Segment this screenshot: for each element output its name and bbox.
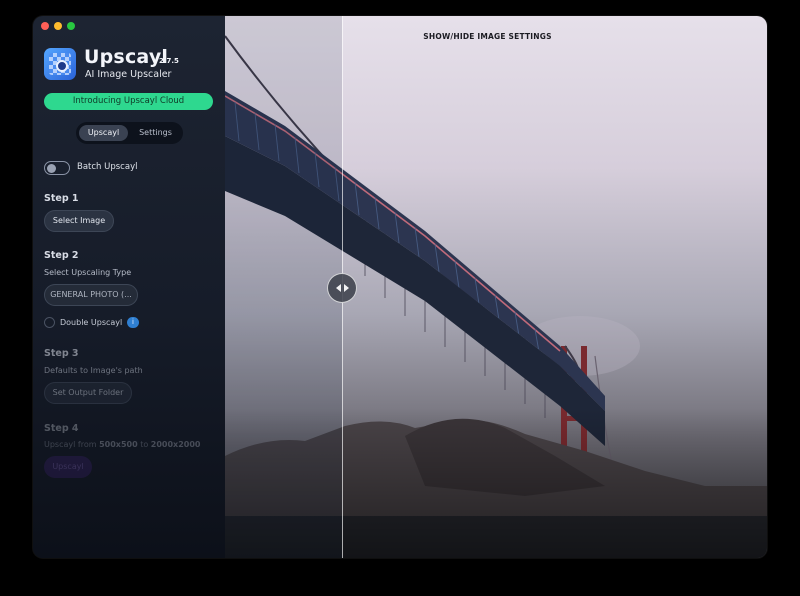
double-upscayl-checkbox[interactable]: [44, 317, 55, 328]
batch-upscayl-label: Batch Upscayl: [77, 162, 138, 172]
sidebar: Upscayl 2.7.5 AI Image Upscaler Introduc…: [33, 16, 225, 558]
arrow-left-icon: [336, 284, 341, 292]
upscayl-logo-icon: [44, 48, 76, 80]
toggle-knob: [47, 163, 56, 173]
resolution-info: Upscayl from 500x500 to 2000x2000: [44, 440, 200, 449]
resolution-from: 500x500: [99, 440, 138, 449]
upscayl-button[interactable]: Upscayl: [44, 456, 92, 478]
resolution-to: 2000x2000: [150, 440, 201, 449]
image-settings-toggle[interactable]: SHOW/HIDE IMAGE SETTINGS: [225, 32, 750, 41]
window-controls: [41, 22, 75, 30]
original-side-overlay: [225, 16, 342, 558]
step3-title: Step 3: [44, 348, 79, 359]
resolution-prefix: Upscayl from: [44, 440, 97, 449]
tab-bar: Upscayl Settings: [76, 122, 183, 144]
compare-slider-arrows-icon[interactable]: [327, 273, 357, 303]
step4-title: Step 4: [44, 423, 79, 434]
step2-title: Step 2: [44, 250, 79, 261]
tab-upscayl[interactable]: Upscayl: [79, 125, 128, 141]
logo: [44, 48, 76, 80]
select-image-button[interactable]: Select Image: [44, 210, 114, 232]
step2-subtitle: Select Upscaling Type: [44, 268, 132, 277]
app-version: 2.7.5: [159, 57, 179, 65]
maximize-window-button[interactable]: [67, 22, 75, 30]
close-window-button[interactable]: [41, 22, 49, 30]
upscayl-cloud-button[interactable]: Introducing Upscayl Cloud: [44, 93, 213, 110]
tab-settings[interactable]: Settings: [131, 125, 180, 141]
step3-subtitle: Defaults to Image's path: [44, 366, 143, 375]
arrow-right-icon: [344, 284, 349, 292]
app-window: Upscayl 2.7.5 AI Image Upscaler Introduc…: [33, 16, 767, 558]
image-preview-area[interactable]: SHOW/HIDE IMAGE SETTINGS: [225, 16, 767, 558]
info-icon[interactable]: i: [127, 317, 139, 328]
app-tagline: AI Image Upscaler: [85, 69, 172, 80]
model-select[interactable]: GENERAL PHOTO (...: [44, 284, 138, 306]
resolution-mid: to: [140, 440, 149, 449]
batch-upscayl-toggle[interactable]: [44, 161, 70, 175]
set-output-folder-button[interactable]: Set Output Folder: [44, 382, 132, 404]
minimize-window-button[interactable]: [54, 22, 62, 30]
step1-title: Step 1: [44, 193, 79, 204]
double-upscayl-label: Double Upscayl: [60, 318, 123, 327]
app-name: Upscayl: [84, 46, 169, 68]
